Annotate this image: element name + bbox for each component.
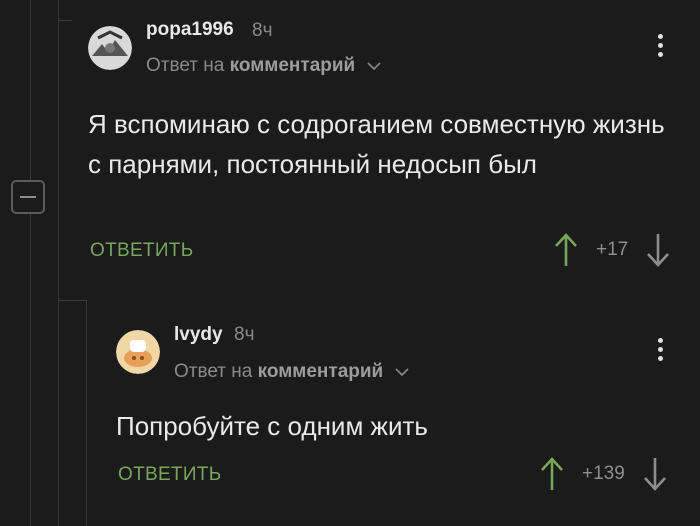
chevron-down-icon: [366, 62, 381, 71]
thread-branch-reply: [58, 300, 86, 301]
thread-branch: [58, 20, 72, 21]
username[interactable]: lvydy: [174, 324, 223, 346]
reply-prefix: Ответ на: [174, 361, 253, 382]
reply-target: комментарий: [257, 361, 384, 382]
kebab-menu-icon[interactable]: [658, 338, 664, 365]
avatar[interactable]: [88, 26, 132, 70]
upvote-arrow-icon[interactable]: [554, 232, 578, 268]
chevron-down-icon: [394, 368, 409, 377]
timestamp: 8ч: [252, 20, 273, 41]
thread-line-inner: [86, 300, 87, 526]
score: +17: [596, 239, 629, 260]
reply-to-link[interactable]: Ответ на комментарий: [174, 361, 409, 383]
collapse-icon: [20, 196, 36, 198]
reply-target: комментарий: [229, 55, 356, 76]
thread-line-outer-1: [30, 0, 31, 526]
reply-button[interactable]: ОТВЕТИТЬ: [90, 240, 193, 262]
vote-controls: +17: [554, 232, 670, 268]
comment-text: Я вспоминаю с содроганием совместную жиз…: [88, 109, 665, 179]
score: +139: [582, 463, 625, 484]
downvote-arrow-icon[interactable]: [643, 456, 667, 492]
upvote-arrow-icon[interactable]: [540, 456, 564, 492]
thread-line-outer-2: [58, 0, 59, 526]
avatar[interactable]: [116, 330, 160, 374]
username[interactable]: popa1996: [146, 19, 234, 41]
collapse-thread-button[interactable]: [11, 180, 45, 214]
timestamp: 8ч: [234, 324, 255, 345]
reply-prefix: Ответ на: [146, 55, 225, 76]
comment-text: Попробуйте с одним жить: [116, 411, 428, 441]
vote-controls: +139: [540, 456, 667, 492]
kebab-menu-icon[interactable]: [658, 34, 664, 61]
reply-button[interactable]: ОТВЕТИТЬ: [118, 464, 221, 486]
downvote-arrow-icon[interactable]: [646, 232, 670, 268]
reply-to-link[interactable]: Ответ на комментарий: [146, 55, 381, 77]
